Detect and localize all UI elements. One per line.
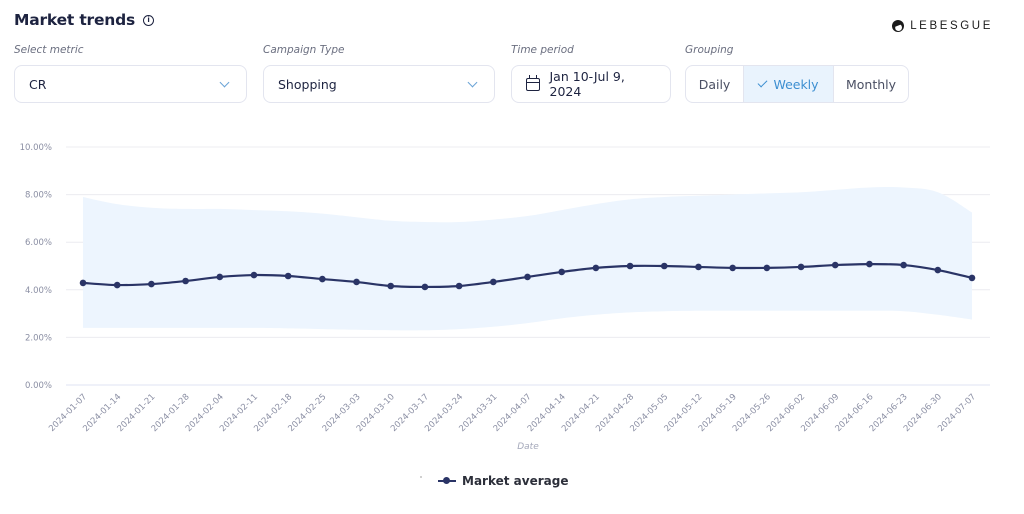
grouping-daily-label: Daily <box>698 76 731 92</box>
market-range-band <box>83 186 972 331</box>
info-icon[interactable]: i <box>143 15 155 26</box>
data-point[interactable] <box>148 280 155 288</box>
grouping-monthly-label: Monthly <box>845 76 897 92</box>
time-period-label: Time period <box>511 44 574 56</box>
grouping-weekly[interactable]: Weekly <box>744 66 834 102</box>
calendar-icon <box>526 74 540 91</box>
campaign-type-value: Shopping <box>278 76 337 92</box>
data-point[interactable] <box>455 282 463 290</box>
x-axis-title: Date <box>517 442 539 452</box>
data-point[interactable] <box>934 266 942 274</box>
legend-marker-dot <box>420 476 422 478</box>
brand-logo: LEBESGUE <box>892 20 993 32</box>
data-point[interactable] <box>592 264 600 272</box>
y-tick-label: 10.00% <box>20 143 52 153</box>
y-tick-label: 4.00% <box>25 286 52 296</box>
y-tick-label: 0.00% <box>25 381 52 391</box>
market-trends-chart: 0.00% 2.00% 4.00% 6.00% 8.00% 10.00% 2024-01-… <box>20 143 990 452</box>
grouping-daily[interactable]: Daily <box>686 66 744 102</box>
grouping-weekly-label: Weekly <box>773 76 819 92</box>
data-point[interactable] <box>182 277 189 285</box>
grouping-monthly[interactable]: Monthly <box>834 66 908 102</box>
x-tick-labels: 2024-01-072024-01-142024-01-212024-01-28… <box>47 392 978 434</box>
y-tick-label: 2.00% <box>25 333 52 343</box>
legend: Market average <box>420 474 568 488</box>
logo-mark-icon <box>892 20 905 32</box>
metric-label: Select metric <box>14 44 84 56</box>
data-point[interactable] <box>797 263 805 271</box>
data-point[interactable] <box>250 271 258 279</box>
logo-text: LEBESGUE <box>910 20 993 32</box>
check-icon <box>757 77 768 88</box>
chevron-down-icon <box>219 77 230 87</box>
data-point[interactable] <box>421 283 429 291</box>
data-point[interactable] <box>763 264 771 272</box>
data-point[interactable] <box>558 268 565 276</box>
time-period-picker[interactable]: Jan 10-Jul 9, 2024 <box>511 65 671 103</box>
data-point[interactable] <box>626 262 634 270</box>
grouping-toggle: Daily Weekly Monthly <box>685 65 909 103</box>
data-point[interactable] <box>216 273 224 281</box>
title-row: Market trends i <box>14 11 155 29</box>
data-point[interactable] <box>387 282 395 290</box>
data-point[interactable] <box>79 279 87 287</box>
data-point[interactable] <box>524 273 531 281</box>
data-point[interactable] <box>695 263 702 271</box>
campaign-type-select[interactable]: Shopping <box>263 65 495 103</box>
y-tick-label: 8.00% <box>25 191 52 201</box>
y-tick-label: 6.00% <box>25 238 52 248</box>
data-point[interactable] <box>729 264 736 272</box>
legend-label[interactable]: Market average <box>462 474 568 488</box>
chevron-down-icon <box>467 77 478 87</box>
data-point[interactable] <box>831 261 839 269</box>
page-title: Market trends <box>14 11 136 29</box>
data-point[interactable] <box>490 278 497 286</box>
data-point[interactable] <box>319 275 326 283</box>
campaign-type-label: Campaign Type <box>263 44 345 56</box>
grouping-label: Grouping <box>685 44 734 56</box>
metric-value: CR <box>29 76 47 92</box>
data-point[interactable] <box>968 274 976 282</box>
data-point[interactable] <box>113 281 121 289</box>
legend-line-icon[interactable] <box>438 477 456 484</box>
data-point[interactable] <box>900 261 907 269</box>
data-point[interactable] <box>866 260 873 268</box>
metric-select[interactable]: CR <box>14 65 247 103</box>
data-point[interactable] <box>353 278 360 286</box>
data-point[interactable] <box>660 262 668 270</box>
data-point[interactable] <box>284 272 292 280</box>
time-period-value: Jan 10-Jul 9, 2024 <box>549 69 625 99</box>
